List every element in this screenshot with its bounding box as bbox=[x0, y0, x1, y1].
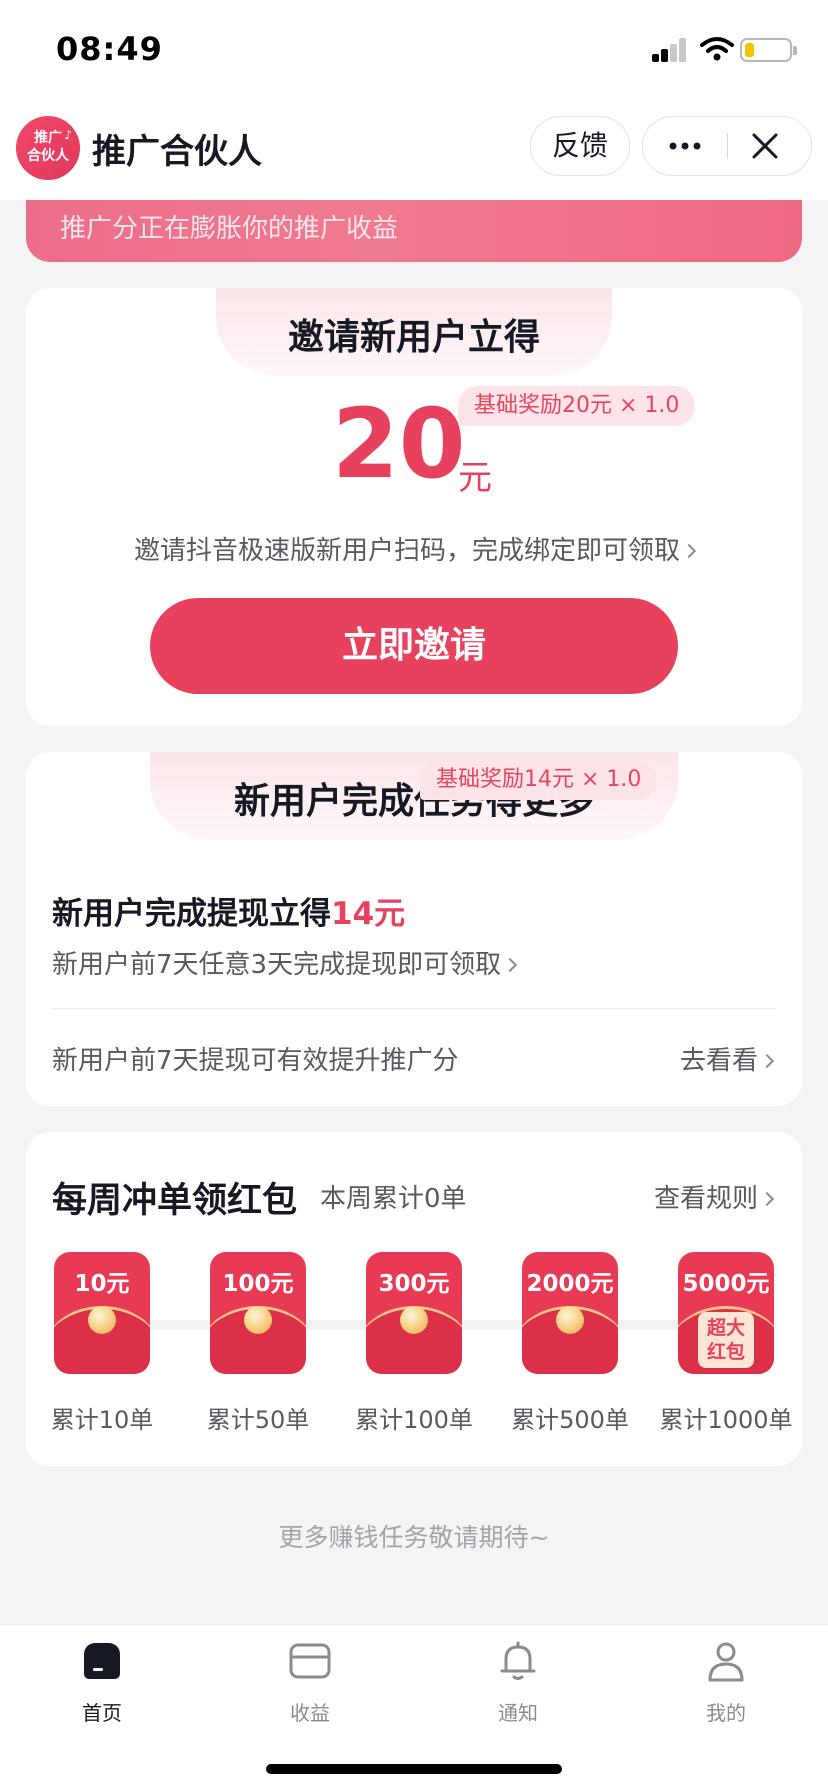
invite-reward-badge: 基础奖励20元 × 1.0 bbox=[458, 386, 696, 426]
task-item-amount: 14元 bbox=[331, 896, 406, 932]
task-reward-badge: 基础奖励14元 × 1.0 bbox=[420, 760, 658, 800]
envelope-value: 5000元 bbox=[682, 1271, 770, 1297]
logo-text-line2: 合伙人 bbox=[27, 148, 69, 164]
envelope-label: 累计10单 bbox=[50, 1406, 154, 1434]
battery-icon bbox=[740, 38, 797, 62]
envelope-label: 累计50单 bbox=[206, 1406, 310, 1434]
tab-label: 首页 bbox=[82, 1701, 122, 1725]
invite-now-button[interactable]: 立即邀请 bbox=[150, 598, 678, 694]
chevron-right-icon bbox=[759, 1053, 775, 1069]
tab-earnings[interactable]: 收益 bbox=[240, 1639, 380, 1739]
go-see-label: 去看看 bbox=[679, 1046, 758, 1076]
nav-bar: ♪ 推广 合伙人 推广合伙人 反馈 bbox=[0, 100, 828, 200]
red-envelope[interactable]: 10元 bbox=[54, 1252, 150, 1374]
envelope-value: 300元 bbox=[378, 1271, 450, 1297]
capsule-divider bbox=[727, 133, 728, 159]
view-rules-link[interactable]: 查看规则 bbox=[653, 1178, 775, 1215]
tab-notifications[interactable]: 通知 bbox=[448, 1639, 588, 1739]
task-card: 新用户完成任务得更多 新用户完成提现立得14元 基础奖励14元 × 1.0 新用… bbox=[26, 752, 802, 1106]
envelope-label: 累计500单 bbox=[511, 1406, 629, 1434]
bonus-line2: 红包 bbox=[706, 1341, 745, 1363]
banner-text: 推广分正在膨胀你的推广收益 bbox=[60, 214, 399, 244]
weekly-rewards-card: 每周冲单领红包 本周累计0单 查看规则 10元 累计10单 100元 累计50单… bbox=[26, 1132, 802, 1466]
cellular-signal-icon bbox=[652, 38, 688, 62]
divider bbox=[52, 1008, 776, 1009]
coin-icon bbox=[244, 1306, 272, 1334]
coin-icon bbox=[400, 1306, 428, 1334]
task-tip: 新用户前7天提现可有效提升推广分 bbox=[52, 1046, 459, 1076]
tab-label: 我的 bbox=[706, 1701, 746, 1725]
tab-home[interactable]: 首页 bbox=[32, 1639, 172, 1739]
task-description-link[interactable]: 新用户前7天任意3天完成提现即可领取 bbox=[52, 944, 518, 981]
envelope-value: 100元 bbox=[222, 1271, 294, 1297]
chevron-right-icon bbox=[759, 1191, 775, 1207]
envelope-label: 累计1000单 bbox=[659, 1406, 793, 1434]
more-icon[interactable] bbox=[665, 117, 705, 175]
person-icon bbox=[708, 1642, 744, 1682]
chevron-right-icon bbox=[681, 543, 697, 559]
tab-label: 通知 bbox=[498, 1701, 538, 1725]
tab-profile[interactable]: 我的 bbox=[656, 1639, 796, 1739]
home-indicator bbox=[266, 1764, 562, 1774]
footer-note: 更多赚钱任务敬请期待~ bbox=[278, 1523, 550, 1552]
chevron-right-icon bbox=[503, 957, 518, 973]
bell-icon bbox=[500, 1641, 536, 1680]
task-item-title-text: 新用户完成提现立得 bbox=[52, 896, 331, 932]
invite-description-link[interactable]: 邀请抖音极速版新用户扫码，完成绑定即可领取 bbox=[26, 530, 802, 567]
bonus-line1: 超大 bbox=[706, 1317, 745, 1339]
red-envelope[interactable]: 5000元 超大 红包 bbox=[678, 1252, 774, 1374]
wallet-icon bbox=[289, 1643, 331, 1679]
app-logo: ♪ 推广 合伙人 bbox=[16, 116, 80, 180]
status-time: 08:49 bbox=[56, 30, 163, 68]
task-description: 新用户前7天任意3天完成提现即可领取 bbox=[52, 950, 502, 980]
close-icon[interactable] bbox=[751, 132, 779, 160]
task-item-title: 新用户完成提现立得14元 bbox=[52, 888, 405, 933]
invite-card-header: 邀请新用户立得 bbox=[216, 288, 612, 376]
promotion-banner[interactable]: 推广分正在膨胀你的推广收益 bbox=[26, 200, 802, 262]
envelope-value: 2000元 bbox=[526, 1271, 614, 1297]
invite-card-title: 邀请新用户立得 bbox=[287, 317, 540, 358]
bonus-badge: 超大 红包 bbox=[698, 1312, 754, 1368]
invite-amount: 20 bbox=[332, 388, 466, 500]
invite-card: 邀请新用户立得 基础奖励20元 × 1.0 20 元 邀请抖音极速版新用户扫码，… bbox=[26, 288, 802, 726]
invite-description: 邀请抖音极速版新用户扫码，完成绑定即可领取 bbox=[133, 536, 680, 566]
wifi-icon bbox=[700, 37, 734, 61]
feedback-button[interactable]: 反馈 bbox=[530, 116, 630, 176]
invite-amount-unit: 元 bbox=[458, 458, 492, 498]
red-envelope[interactable]: 100元 bbox=[210, 1252, 306, 1374]
red-envelope[interactable]: 2000元 bbox=[522, 1252, 618, 1374]
home-icon bbox=[84, 1643, 120, 1679]
envelope-value: 10元 bbox=[74, 1271, 130, 1297]
coin-icon bbox=[88, 1306, 116, 1334]
red-envelope[interactable]: 300元 bbox=[366, 1252, 462, 1374]
tab-label: 收益 bbox=[290, 1701, 330, 1725]
page-title: 推广合伙人 bbox=[92, 132, 262, 172]
music-note-icon: ♪ bbox=[64, 128, 72, 142]
mini-app-capsule bbox=[642, 116, 812, 176]
coin-icon bbox=[556, 1306, 584, 1334]
envelope-label: 累计100单 bbox=[355, 1406, 473, 1434]
status-bar: 08:49 bbox=[0, 0, 828, 100]
view-rules-label: 查看规则 bbox=[653, 1184, 758, 1214]
weekly-order-count: 本周累计0单 bbox=[320, 1184, 467, 1214]
weekly-title: 每周冲单领红包 bbox=[52, 1181, 298, 1221]
go-see-link[interactable]: 去看看 bbox=[679, 1040, 775, 1077]
